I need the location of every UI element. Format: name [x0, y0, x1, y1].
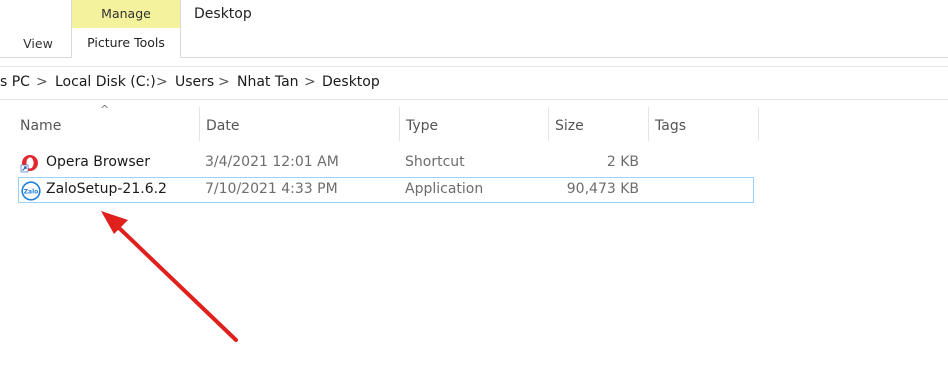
- file-date: 3/4/2021 12:01 AM: [205, 154, 339, 170]
- picture-tools-group: Manage Picture Tools: [71, 0, 181, 58]
- zalo-app-icon: Zalo: [21, 181, 41, 201]
- file-size: 2 KB: [606, 154, 639, 170]
- column-header-name[interactable]: Name: [14, 107, 200, 141]
- opera-shortcut-icon: [20, 155, 38, 173]
- column-header-date[interactable]: Date: [200, 107, 400, 141]
- file-name: Opera Browser: [46, 154, 151, 170]
- file-row-selected[interactable]: Zalo ZaloSetup-21.6.2 7/10/2021 4:33 PM …: [18, 177, 754, 203]
- chevron-right-icon[interactable]: >: [218, 74, 230, 90]
- address-bar[interactable]: s PC > Local Disk (C:) > Users > Nhat Ta…: [0, 66, 948, 100]
- tab-view[interactable]: View: [10, 36, 66, 51]
- breadcrumb-desktop[interactable]: Desktop: [322, 74, 380, 90]
- file-type: Shortcut: [405, 154, 465, 170]
- file-row[interactable]: Opera Browser 3/4/2021 12:01 AM Shortcut…: [18, 150, 754, 176]
- column-header-size[interactable]: Size: [549, 107, 649, 141]
- breadcrumb-local-disk[interactable]: Local Disk (C:): [55, 74, 156, 90]
- zalo-icon-text: Zalo: [24, 189, 39, 196]
- manage-label: Manage: [72, 0, 180, 28]
- file-type: Application: [405, 181, 484, 197]
- column-header-type[interactable]: Type: [400, 107, 549, 141]
- file-date: 7/10/2021 4:33 PM: [205, 181, 338, 197]
- breadcrumb-users[interactable]: Users: [175, 74, 214, 90]
- breadcrumb-nhat-tan[interactable]: Nhat Tan: [237, 74, 299, 90]
- chevron-right-icon[interactable]: >: [36, 74, 48, 90]
- column-header-tags[interactable]: Tags: [649, 107, 759, 141]
- breadcrumb-this-pc[interactable]: s PC: [0, 74, 30, 90]
- ribbon: View Manage Picture Tools Desktop: [0, 0, 948, 58]
- file-name: ZaloSetup-21.6.2: [46, 181, 167, 197]
- chevron-right-icon[interactable]: >: [156, 74, 168, 90]
- window-title: Desktop: [194, 6, 252, 22]
- tab-picture-tools[interactable]: Picture Tools: [72, 28, 180, 58]
- file-size: 90,473 KB: [566, 181, 639, 197]
- chevron-right-icon[interactable]: >: [304, 74, 316, 90]
